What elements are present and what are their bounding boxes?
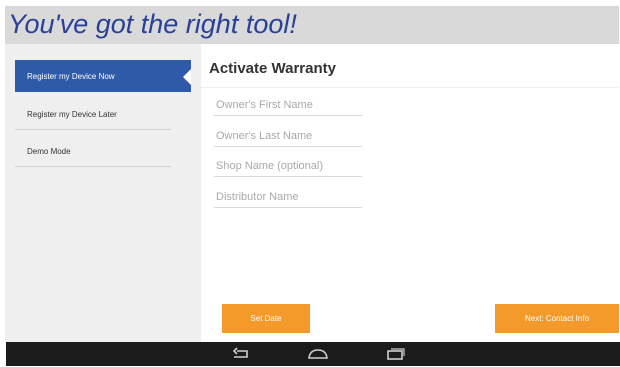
sidebar-item-label: Demo Mode (27, 147, 71, 156)
page-title: You've got the right tool! (8, 9, 297, 39)
sidebar-item-label: Register my Device Now (27, 71, 115, 81)
sidebar: Register my Device Now Register my Devic… (5, 44, 201, 342)
form-title: Activate Warranty (209, 60, 336, 77)
header-bar: You've got the right tool! (5, 6, 619, 44)
active-indicator (183, 69, 191, 85)
set-date-button[interactable]: Set Date (222, 304, 310, 333)
owner-first-name-field[interactable] (214, 94, 362, 116)
next-contact-info-button[interactable]: Next: Contact Info (495, 304, 619, 333)
home-icon[interactable] (306, 346, 330, 362)
main-content: Activate Warranty Set Date Next: Contact… (201, 44, 619, 342)
app-window: You've got the right tool! Register my D… (5, 6, 619, 342)
back-icon[interactable] (228, 346, 252, 362)
shop-name-field[interactable] (214, 155, 362, 177)
owner-last-name-field[interactable] (214, 125, 362, 147)
sidebar-item-label: Register my Device Later (27, 110, 117, 119)
sidebar-item-register-now[interactable]: Register my Device Now (15, 60, 191, 92)
system-nav-bar (6, 342, 620, 366)
distributor-name-field[interactable] (214, 186, 362, 208)
sidebar-item-demo-mode[interactable]: Demo Mode (15, 137, 171, 167)
recent-apps-icon[interactable] (383, 346, 407, 362)
sidebar-item-register-later[interactable]: Register my Device Later (15, 100, 171, 130)
title-divider (201, 87, 619, 88)
